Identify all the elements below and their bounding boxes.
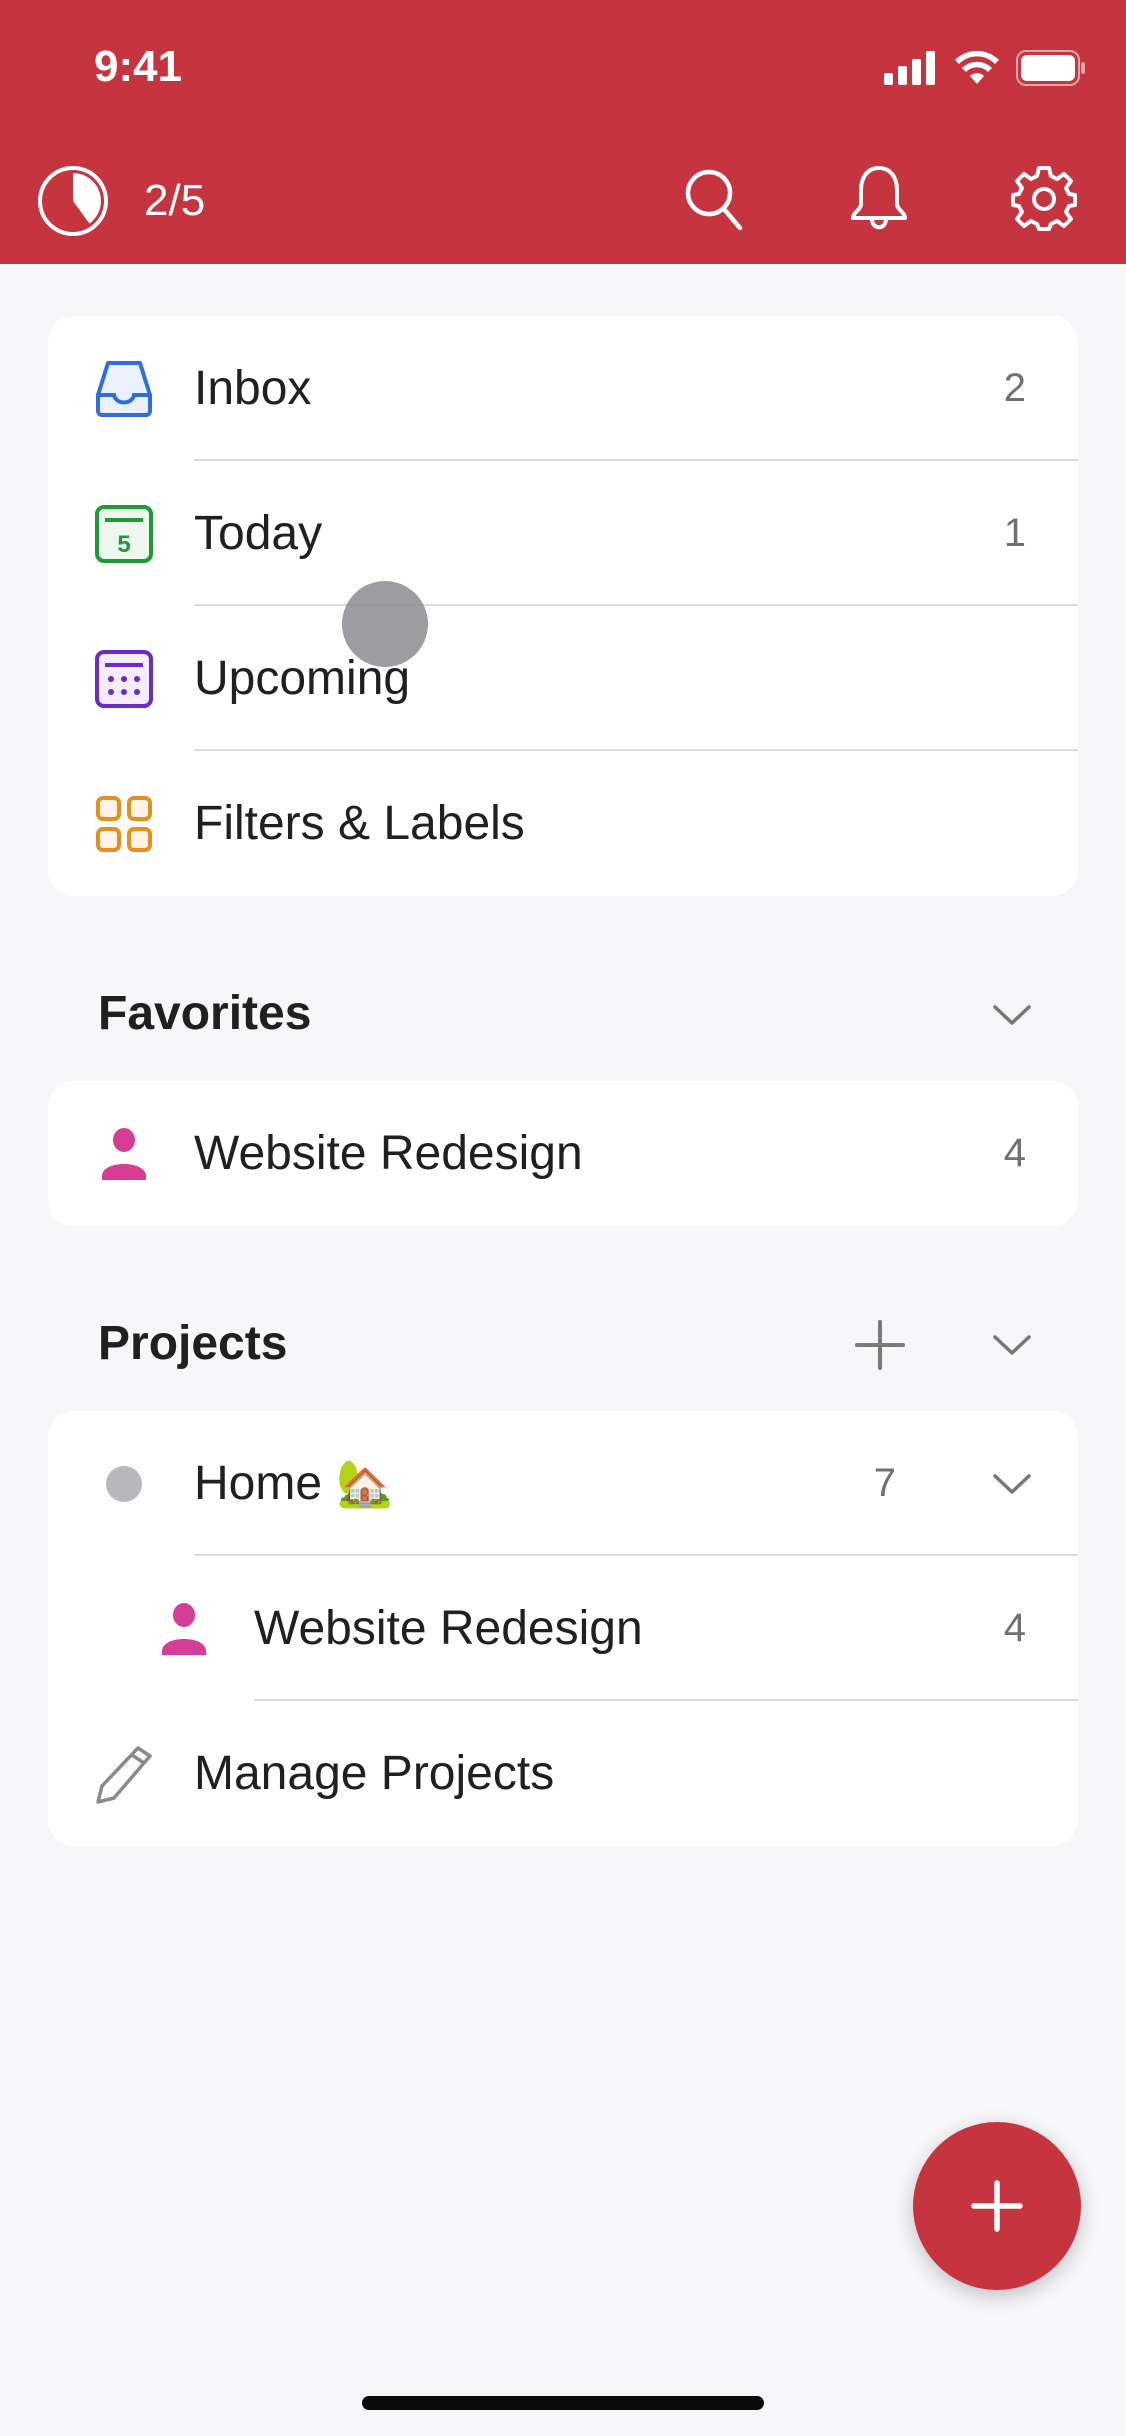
- project-count: 4: [1003, 1606, 1026, 1650]
- pencil-icon: [94, 1744, 154, 1804]
- favorite-label: Website Redesign: [194, 1127, 583, 1180]
- chevron-down-icon: [993, 1005, 1031, 1025]
- plus-icon: [971, 2180, 1023, 2232]
- status-icons: [884, 50, 1086, 86]
- status-time: 9:41: [94, 42, 183, 91]
- settings-button[interactable]: [1010, 164, 1078, 232]
- project-label: Home 🏡: [194, 1456, 393, 1511]
- today-date: 5: [117, 531, 130, 558]
- nav-item-today[interactable]: 5 Today 1: [48, 461, 1078, 606]
- person-icon: [154, 1599, 214, 1659]
- search-button[interactable]: [680, 164, 748, 232]
- nav-label: Today: [194, 507, 323, 560]
- nav-count: 2: [1003, 366, 1026, 410]
- nav-item-filters-labels[interactable]: Filters & Labels: [48, 751, 1078, 896]
- favorites-card: Website Redesign 4: [48, 1081, 1078, 1226]
- chevron-down-icon: [993, 1335, 1031, 1355]
- projects-title: Projects: [98, 1317, 288, 1370]
- progress-ring-icon: [38, 166, 108, 236]
- chevron-down-icon: [993, 1474, 1031, 1494]
- main-nav-card: Inbox 2 5 Today 1 Upcoming Filters & Lab…: [48, 316, 1078, 896]
- app-header: 9:41 2/5: [0, 0, 1126, 264]
- home-indicator: [362, 2396, 764, 2410]
- signal-icon: [884, 51, 935, 85]
- touch-indicator: [342, 581, 428, 667]
- manage-projects-button[interactable]: Manage Projects: [48, 1701, 1078, 1846]
- progress-text: 2/5: [144, 176, 206, 225]
- nav-label: Filters & Labels: [194, 797, 525, 850]
- add-project-button[interactable]: [855, 1320, 905, 1370]
- wifi-icon: [955, 51, 999, 84]
- calendar-today-icon: 5: [94, 504, 154, 564]
- gear-icon: [1011, 166, 1077, 231]
- nav-item-inbox[interactable]: Inbox 2: [48, 316, 1078, 461]
- inbox-tray-icon: [94, 359, 154, 419]
- nav-item-upcoming[interactable]: Upcoming: [48, 606, 1078, 751]
- manage-projects-label: Manage Projects: [194, 1747, 555, 1800]
- projects-collapse-button[interactable]: [987, 1320, 1037, 1370]
- project-item-website-redesign[interactable]: Website Redesign 4: [48, 1556, 1078, 1701]
- grid-icon: [94, 794, 154, 854]
- battery-icon: [1016, 50, 1085, 86]
- project-count: 7: [873, 1461, 896, 1505]
- toolbar: 2/5: [0, 160, 1126, 236]
- productivity-progress[interactable]: 2/5: [36, 164, 205, 238]
- project-label: Website Redesign: [254, 1602, 643, 1655]
- favorite-count: 4: [1003, 1131, 1026, 1175]
- calendar-upcoming-icon: [94, 649, 154, 709]
- house-emoji-icon: 🏡: [336, 1457, 394, 1509]
- notifications-button[interactable]: [845, 164, 913, 232]
- expand-subprojects-button[interactable]: [987, 1459, 1037, 1509]
- add-task-button[interactable]: [913, 2122, 1081, 2290]
- plus-icon: [855, 1320, 905, 1370]
- favorites-title: Favorites: [98, 987, 312, 1040]
- favorite-item[interactable]: Website Redesign 4: [48, 1081, 1078, 1226]
- nav-count: 1: [1003, 511, 1026, 555]
- person-icon: [94, 1124, 154, 1184]
- search-icon: [685, 169, 743, 230]
- project-name: Home: [194, 1457, 323, 1510]
- projects-card: Home 🏡 7 Website Redesign 4 Manage Projec…: [48, 1411, 1078, 1846]
- bell-icon: [851, 166, 907, 230]
- favorites-collapse-button[interactable]: [987, 990, 1037, 1040]
- dot-icon: [94, 1454, 154, 1514]
- nav-label: Inbox: [194, 362, 312, 415]
- project-item-home[interactable]: Home 🏡 7: [48, 1411, 1078, 1556]
